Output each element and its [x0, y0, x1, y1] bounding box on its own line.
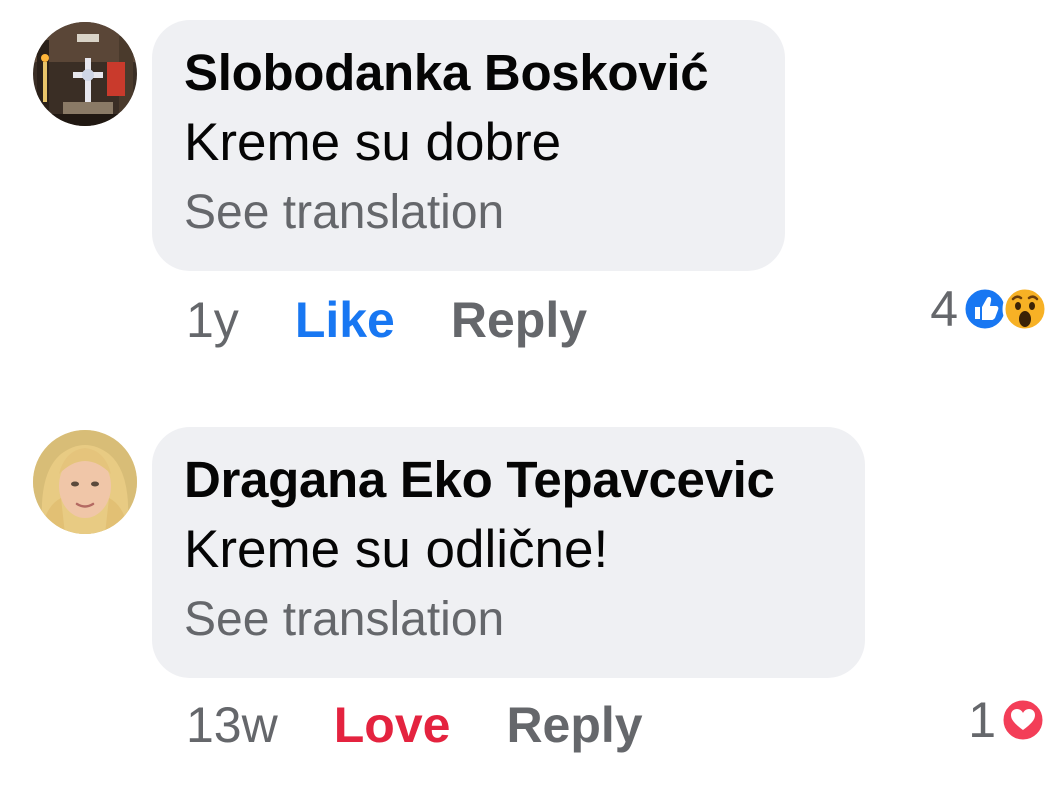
reaction-count: 4 [930, 281, 958, 337]
comment: Slobodanka Bosković Kreme su dobre See t… [0, 0, 1048, 380]
reaction-summary[interactable]: 4 [930, 281, 1048, 337]
see-translation-link[interactable]: See translation [184, 182, 751, 244]
reaction-count: 1 [968, 692, 996, 748]
like-button[interactable]: Like [295, 290, 395, 350]
reaction-summary[interactable]: 1 [968, 692, 1046, 748]
comment-author[interactable]: Slobodanka Bosković [184, 42, 751, 104]
comment-timestamp[interactable]: 13w [186, 695, 278, 755]
love-button[interactable]: Love [334, 695, 451, 755]
comment-actions: 13w Love Reply [186, 695, 643, 755]
avatar-image [33, 430, 137, 534]
comment-bubble: Dragana Eko Tepavcevic Kreme su odlične!… [152, 427, 865, 678]
love-icon [1000, 697, 1046, 743]
comment-bubble: Slobodanka Bosković Kreme su dobre See t… [152, 20, 785, 271]
see-translation-link[interactable]: See translation [184, 589, 831, 651]
avatar-image [33, 22, 137, 126]
comment: Dragana Eko Tepavcevic Kreme su odlične!… [0, 405, 1048, 790]
comment-timestamp[interactable]: 1y [186, 290, 239, 350]
avatar[interactable] [33, 430, 137, 534]
wow-icon [1002, 286, 1048, 332]
comment-actions: 1y Like Reply [186, 290, 587, 350]
comment-author[interactable]: Dragana Eko Tepavcevic [184, 449, 831, 511]
reply-button[interactable]: Reply [506, 695, 642, 755]
avatar[interactable] [33, 22, 137, 126]
comment-text: Kreme su dobre [184, 113, 562, 172]
comment-text: Kreme su odlične! [184, 520, 609, 579]
reply-button[interactable]: Reply [451, 290, 587, 350]
